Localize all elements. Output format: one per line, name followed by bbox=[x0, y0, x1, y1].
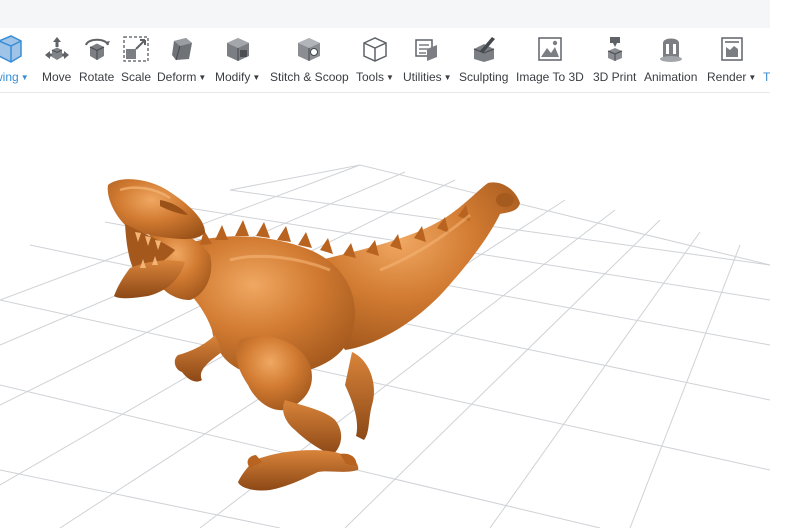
ground-grid bbox=[0, 164, 770, 528]
viewing-cube-icon bbox=[0, 35, 23, 63]
tool-utilities[interactable]: Utilities ▼ bbox=[403, 32, 452, 90]
image-to-3d-icon bbox=[538, 37, 562, 61]
chevron-down-icon: ▼ bbox=[443, 73, 452, 82]
stitch-scoop-icon bbox=[298, 38, 321, 61]
tool-modify[interactable]: Modify ▼ bbox=[215, 32, 260, 90]
tool-tools[interactable]: Tools ▼ bbox=[356, 32, 394, 90]
sculpting-icon bbox=[473, 37, 495, 62]
tool-image-to-3d-label: Image To 3D bbox=[516, 70, 584, 84]
chevron-down-icon: ▼ bbox=[252, 73, 261, 82]
window-edge bbox=[770, 0, 799, 528]
tool-sculpting-label: Sculpting bbox=[459, 70, 509, 84]
modify-icon bbox=[226, 38, 249, 61]
tool-render-label: Render bbox=[707, 70, 747, 84]
main-toolbar: wing▼ Move Rotate Scale bbox=[0, 28, 770, 93]
tool-image-to-3d[interactable]: Image To 3D bbox=[516, 32, 584, 90]
chevron-down-icon: ▼ bbox=[20, 73, 29, 82]
tool-animation-label: Animation bbox=[644, 70, 698, 84]
tool-stitch-scoop-label: Stitch & Scoop bbox=[270, 70, 349, 84]
tool-render[interactable]: Render ▼ bbox=[707, 32, 756, 90]
tool-viewing-label: wing bbox=[0, 70, 19, 84]
tool-rotate[interactable]: Rotate bbox=[79, 32, 114, 90]
tool-viewing[interactable]: wing▼ bbox=[0, 32, 29, 90]
deform-icon bbox=[171, 38, 192, 61]
tool-deform-label: Deform bbox=[157, 70, 197, 84]
animation-icon bbox=[659, 38, 682, 62]
title-strip bbox=[0, 0, 770, 28]
move-icon bbox=[44, 37, 69, 60]
tool-deform[interactable]: Deform ▼ bbox=[157, 32, 206, 90]
3d-print-icon bbox=[607, 37, 622, 61]
tool-move[interactable]: Move bbox=[42, 32, 71, 90]
tool-scale[interactable]: Scale bbox=[121, 32, 151, 90]
tool-scale-label: Scale bbox=[121, 70, 152, 84]
scale-icon bbox=[123, 36, 149, 62]
render-icon bbox=[720, 37, 743, 61]
tool-clipped[interactable]: T bbox=[763, 32, 770, 90]
tool-3d-print-label: 3D Print bbox=[593, 70, 637, 84]
tools-icon bbox=[363, 37, 387, 62]
tool-rotate-label: Rotate bbox=[79, 70, 115, 84]
utilities-icon bbox=[415, 39, 438, 61]
tool-clipped-label: T bbox=[763, 70, 770, 84]
tool-3d-print[interactable]: 3D Print bbox=[593, 32, 636, 90]
rotate-icon bbox=[84, 38, 110, 60]
tool-stitch-scoop[interactable]: Stitch & Scoop bbox=[270, 32, 349, 90]
chevron-down-icon: ▼ bbox=[386, 73, 394, 82]
tool-utilities-label: Utilities bbox=[403, 70, 442, 84]
tool-animation[interactable]: Animation bbox=[644, 32, 697, 90]
3d-viewport[interactable] bbox=[0, 93, 770, 528]
tool-sculpting[interactable]: Sculpting bbox=[459, 32, 508, 90]
chevron-down-icon: ▼ bbox=[748, 73, 757, 82]
tool-modify-label: Modify bbox=[215, 70, 251, 84]
tool-tools-label: Tools bbox=[356, 70, 385, 84]
tool-move-label: Move bbox=[42, 70, 72, 84]
chevron-down-icon: ▼ bbox=[198, 73, 207, 82]
viewport-canvas[interactable] bbox=[0, 93, 770, 528]
